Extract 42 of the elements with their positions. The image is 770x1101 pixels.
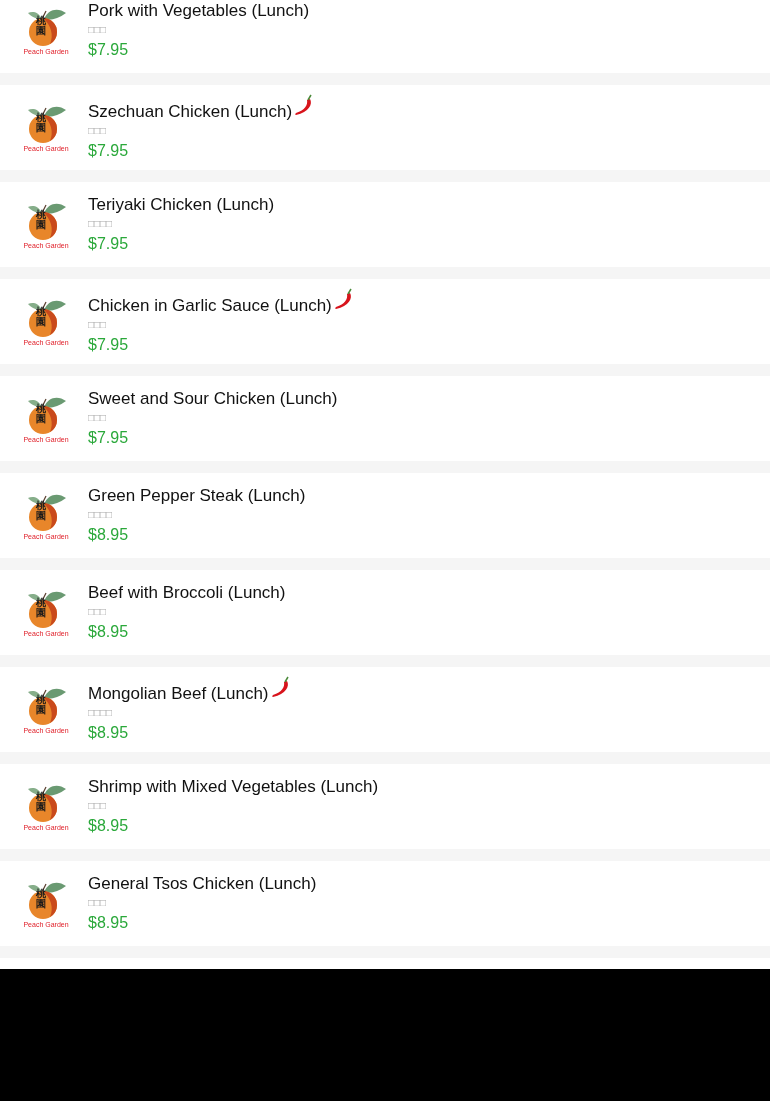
dish-price: $8.95 — [88, 913, 130, 933]
logo-characters: 桃園 — [36, 403, 46, 425]
dish-price: $8.95 — [88, 723, 130, 743]
dish-subtitle: □□□ — [88, 897, 108, 909]
dish-name: Pork with Vegetables (Lunch) — [88, 1, 310, 21]
logo-characters: 桃園 — [36, 209, 46, 231]
dish-price: $8.95 — [88, 525, 130, 545]
logo-characters: 桃園 — [36, 694, 46, 716]
dish-name: Teriyaki Chicken (Lunch) — [88, 195, 275, 215]
logo-characters: 桃園 — [36, 597, 46, 619]
dish-subtitle: □□□ — [88, 319, 108, 331]
dish-subtitle: □□□ — [88, 125, 108, 137]
dish-name: Mongolian Beef (Lunch) — [88, 684, 269, 704]
dish-name: General Tsos Chicken (Lunch) — [88, 874, 317, 894]
dish-name: Chicken in Garlic Sauce (Lunch) — [88, 296, 332, 316]
dish-subtitle: □□□ — [88, 412, 108, 424]
logo-characters: 桃園 — [36, 888, 46, 910]
dish-price: $7.95 — [88, 40, 130, 60]
dish-price: $7.95 — [88, 335, 130, 355]
chili-pepper-icon — [269, 676, 292, 700]
chili-pepper-icon — [332, 288, 355, 312]
dish-subtitle: □□□□ — [88, 509, 114, 521]
dish-name: Sweet and Sour Chicken (Lunch) — [88, 389, 338, 409]
dish-price: $7.95 — [88, 141, 130, 161]
dish-subtitle: □□□ — [88, 800, 108, 812]
dish-price: $7.95 — [88, 234, 130, 254]
logo-characters: 桃園 — [36, 112, 46, 134]
dish-subtitle: □□□ — [88, 606, 108, 618]
dish-subtitle: □□□ — [88, 24, 108, 36]
dish-subtitle: □□□□ — [88, 707, 114, 719]
logo-characters: 桃園 — [36, 500, 46, 522]
dish-subtitle: □□□□ — [88, 218, 114, 230]
logo-characters: 桃園 — [36, 15, 46, 37]
logo-characters: 桃園 — [36, 791, 46, 813]
dish-price: $8.95 — [88, 816, 130, 836]
dish-name: Beef with Broccoli (Lunch) — [88, 583, 286, 603]
dish-name: Shrimp with Mixed Vegetables (Lunch) — [88, 777, 379, 797]
dish-name: Szechuan Chicken (Lunch) — [88, 102, 293, 122]
dish-name: Green Pepper Steak (Lunch) — [88, 486, 306, 506]
dish-price: $7.95 — [88, 428, 130, 448]
dish-price: $8.95 — [88, 622, 130, 642]
logo-characters: 桃園 — [36, 306, 46, 328]
